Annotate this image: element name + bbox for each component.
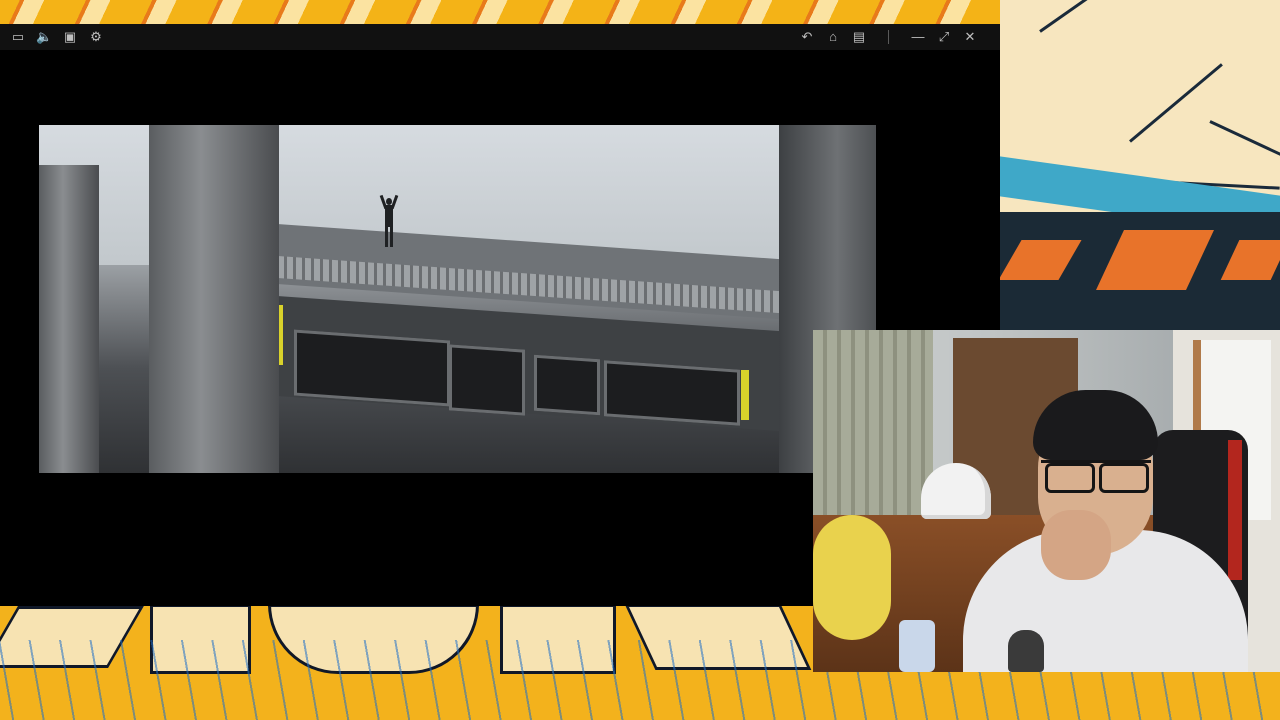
- player-titlebar: ▭ 🔈 ▣ ⚙ ↶ ⌂ ▤ — ⤢ ✕: [0, 24, 1000, 50]
- microphone: [1008, 630, 1044, 672]
- rotate-back-icon[interactable]: ↶: [799, 29, 815, 45]
- background-top-strip: [0, 0, 1000, 24]
- layout-icon[interactable]: ▤: [851, 29, 867, 45]
- video-person-figure: [379, 194, 399, 249]
- close-icon[interactable]: ✕: [962, 29, 978, 45]
- home-icon[interactable]: ⌂: [825, 29, 841, 45]
- subtitle-icon[interactable]: ▣: [62, 29, 78, 45]
- streamer-hand: [1041, 510, 1111, 580]
- background-comic-face: [1000, 0, 1280, 330]
- video-frame[interactable]: [39, 125, 876, 473]
- drink-bottle: [899, 620, 935, 672]
- minimize-icon[interactable]: —: [910, 29, 926, 45]
- streamer-glasses: [1041, 460, 1151, 493]
- titlebar-separator: [888, 30, 889, 44]
- streamer-webcam: [813, 330, 1280, 672]
- fullscreen-icon[interactable]: ⤢: [936, 29, 952, 45]
- yellow-object: [813, 515, 891, 640]
- settings-gear-icon[interactable]: ⚙: [88, 29, 104, 45]
- volume-icon[interactable]: 🔈: [36, 29, 52, 45]
- screen-mode-icon[interactable]: ▭: [10, 29, 26, 45]
